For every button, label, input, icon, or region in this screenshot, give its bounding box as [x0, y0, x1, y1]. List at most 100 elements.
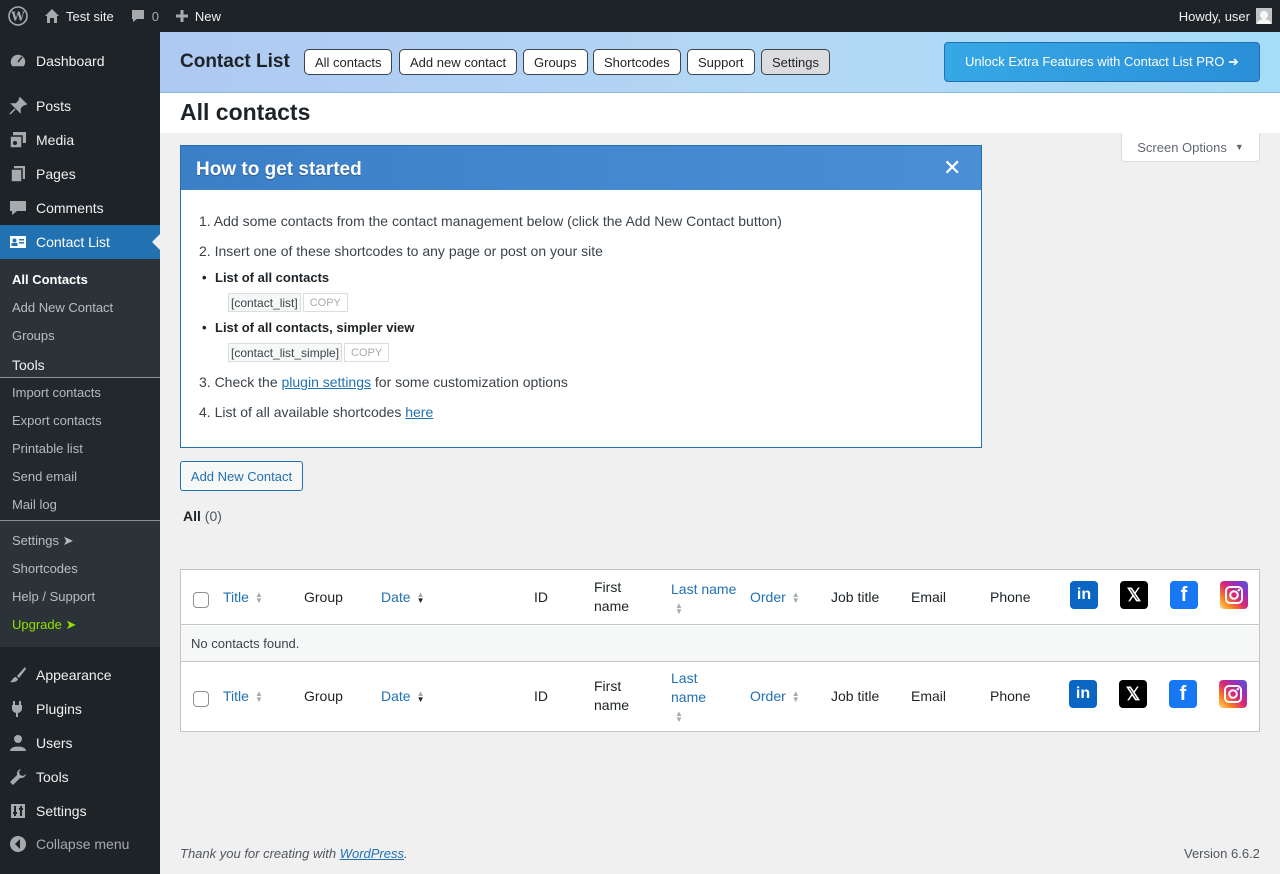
menu-users-label: Users — [36, 735, 73, 751]
menu-media[interactable]: Media — [0, 123, 160, 157]
footer-thanks: Thank you for creating with WordPress. — [180, 846, 408, 861]
screen-options-button[interactable]: Screen Options ▼ — [1121, 133, 1260, 162]
column-order[interactable]: Order ▲ ▼ — [750, 687, 800, 706]
menu-settings-label: Settings — [36, 803, 87, 819]
shortcode-row-1: [contact_list] COPY — [228, 293, 348, 312]
column-date[interactable]: Date ▲ ▼ — [381, 687, 425, 706]
comments-link[interactable]: 0 — [122, 0, 167, 32]
submenu-printable-list[interactable]: Printable list — [12, 441, 83, 456]
step-3-text-end: for some customization options — [371, 374, 568, 390]
svg-text:W: W — [10, 10, 25, 24]
column-title[interactable]: Title ▲ ▼ — [223, 588, 263, 607]
no-contacts-message: No contacts found. — [191, 636, 300, 651]
submenu-mail-log[interactable]: Mail log — [12, 497, 57, 512]
tab-groups[interactable]: Groups — [523, 49, 588, 75]
menu-settings[interactable]: Settings — [0, 794, 160, 828]
menu-plugins[interactable]: Plugins — [0, 692, 160, 726]
submenu-shortcodes[interactable]: Shortcodes — [12, 561, 78, 576]
submenu-add-new-contact[interactable]: Add New Contact — [12, 300, 113, 315]
column-job-title: Job title — [831, 589, 880, 605]
menu-users[interactable]: Users — [0, 726, 160, 760]
wrench-icon — [0, 768, 36, 786]
select-all-checkbox[interactable] — [193, 592, 209, 608]
shortcode-text[interactable]: [contact_list] — [228, 293, 301, 312]
screen-options-label: Screen Options — [1137, 139, 1227, 155]
column-email: Email — [911, 688, 947, 704]
shortcode-text[interactable]: [contact_list_simple] — [228, 343, 343, 362]
submenu-send-email[interactable]: Send email — [12, 469, 77, 484]
copy-button[interactable]: COPY — [302, 293, 348, 312]
submenu-import-contacts[interactable]: Import contacts — [12, 385, 101, 400]
collapse-menu-button[interactable]: Collapse menu — [0, 827, 160, 861]
submenu-upgrade[interactable]: Upgrade ➤ — [12, 617, 76, 633]
current-arrow — [152, 234, 160, 250]
filter-all-label: All — [183, 508, 201, 524]
menu-contact-list[interactable]: Contact List — [0, 225, 160, 259]
wordpress-link[interactable]: WordPress — [340, 846, 404, 861]
submenu-groups[interactable]: Groups — [12, 328, 55, 343]
copy-button[interactable]: COPY — [344, 343, 390, 362]
settings-icon — [0, 802, 36, 820]
add-new-contact-button[interactable]: Add New Contact — [180, 461, 303, 491]
table-header: Title ▲ ▼ Group Date ▲ ▼ ID First name Last n… — [181, 570, 1259, 625]
plus-icon — [175, 9, 189, 23]
menu-posts[interactable]: Posts — [0, 89, 160, 123]
menu-tools-label: Tools — [36, 769, 69, 785]
column-first-name-line-2: name — [594, 598, 630, 614]
select-all-checkbox[interactable] — [193, 691, 209, 707]
menu-comments[interactable]: Comments — [0, 191, 160, 225]
filter-all[interactable]: All (0) — [183, 508, 222, 524]
plugin-header: Contact List All contacts Add new contac… — [160, 32, 1280, 93]
my-account-link[interactable]: Howdy, user — [1171, 0, 1280, 32]
shortcodes-here-link[interactable]: here — [405, 404, 433, 420]
column-group: Group — [304, 589, 343, 605]
step-2: 2. Insert one of these shortcodes to any… — [199, 243, 603, 259]
dashboard-icon — [0, 52, 36, 70]
column-date[interactable]: Date ▲ ▼ — [381, 588, 425, 607]
column-order[interactable]: Order ▲ ▼ — [750, 588, 800, 607]
brush-icon — [0, 666, 36, 684]
menu-plugins-label: Plugins — [36, 701, 82, 717]
tab-support[interactable]: Support — [687, 49, 755, 75]
step-1: 1. Add some contacts from the contact ma… — [199, 213, 782, 229]
pin-icon — [0, 97, 36, 115]
close-icon[interactable]: ✕ — [943, 157, 961, 179]
plugin-settings-link[interactable]: plugin settings — [282, 374, 372, 390]
site-name-link[interactable]: Test site — [36, 0, 122, 32]
menu-tools[interactable]: Tools — [0, 760, 160, 794]
tab-settings[interactable]: Settings — [761, 49, 830, 75]
sort-arrows-icon: ▲ ▼ — [254, 689, 263, 705]
column-last-name[interactable]: Last name ▲ ▼ — [671, 669, 706, 726]
pages-icon — [0, 165, 36, 183]
menu-appearance-label: Appearance — [36, 667, 112, 683]
page-title: All contacts — [180, 99, 311, 125]
column-first-name-line-2: name — [594, 697, 630, 713]
x-twitter-icon: 𝕏 — [1120, 581, 1148, 609]
column-last-name[interactable]: Last name ▲ ▼ — [671, 580, 736, 618]
unlock-pro-button[interactable]: Unlock Extra Features with Contact List … — [944, 42, 1260, 82]
menu-appearance[interactable]: Appearance — [0, 658, 160, 692]
submenu-settings[interactable]: Settings ➤ — [12, 533, 74, 549]
submenu-help-support[interactable]: Help / Support — [12, 589, 95, 604]
tab-shortcodes[interactable]: Shortcodes — [593, 49, 681, 75]
submenu-all-contacts[interactable]: All Contacts — [12, 272, 88, 287]
column-last-name-line-1: Last — [671, 670, 698, 686]
column-title[interactable]: Title ▲ ▼ — [223, 687, 263, 706]
step-3: 3. Check the plugin settings for some cu… — [199, 374, 568, 390]
collapse-icon — [0, 835, 36, 853]
facebook-icon: f — [1170, 581, 1198, 609]
facebook-icon: f — [1169, 680, 1197, 708]
new-content-link[interactable]: New — [167, 0, 229, 32]
column-first-name-line-1: First — [594, 579, 622, 595]
step-3-text: 3. Check the — [199, 374, 282, 390]
sort-arrows-icon: ▲ ▼ — [791, 689, 800, 705]
wordpress-logo-icon[interactable]: W — [0, 0, 36, 32]
column-title-label: Title — [223, 688, 249, 704]
menu-dashboard[interactable]: Dashboard — [0, 44, 160, 78]
tab-add-new-contact[interactable]: Add new contact — [399, 49, 518, 75]
menu-dashboard-label: Dashboard — [36, 53, 105, 69]
tab-all-contacts[interactable]: All contacts — [304, 49, 393, 75]
menu-pages[interactable]: Pages — [0, 157, 160, 191]
submenu-export-contacts[interactable]: Export contacts — [12, 413, 102, 428]
avatar — [1256, 8, 1272, 24]
